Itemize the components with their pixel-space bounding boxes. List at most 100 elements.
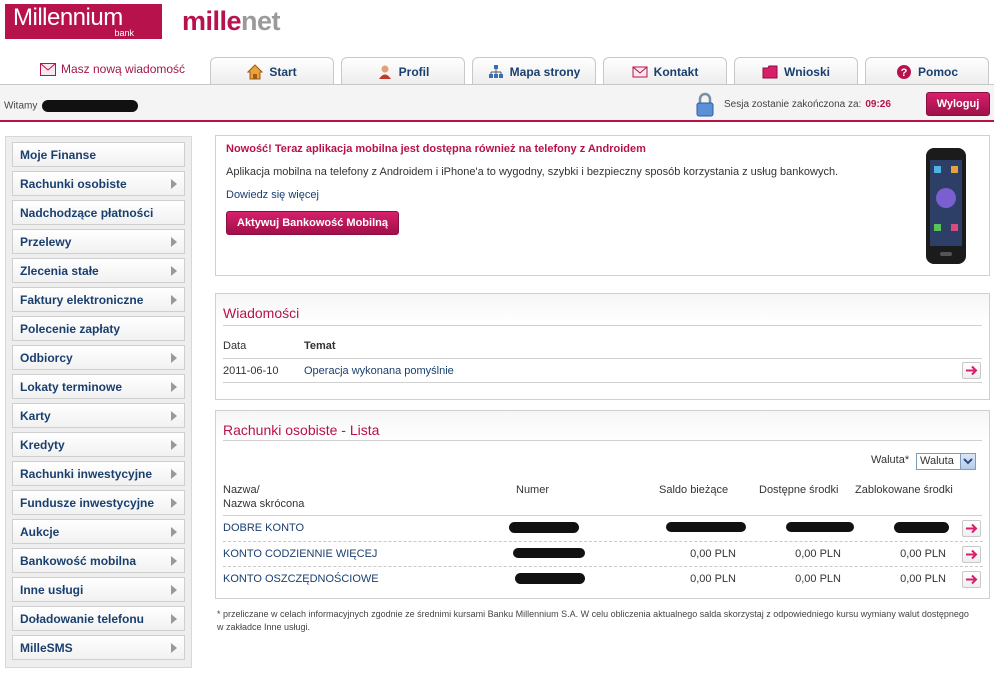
account-name-link[interactable]: DOBRE KONTO	[223, 522, 304, 534]
account-available: 0,00 PLN	[795, 573, 841, 585]
accounts-panel: Rachunki osobiste - Lista Waluta* Waluta…	[215, 410, 990, 666]
column-header-balance: Saldo bieżące	[659, 484, 729, 496]
logo-text: Millennium	[13, 4, 123, 31]
promo-text: Aplikacja mobilna na telefony z Androide…	[226, 166, 839, 178]
account-name-link[interactable]: KONTO CODZIENNIE WIĘCEJ	[223, 548, 377, 560]
tab-profil[interactable]: Profil	[341, 57, 465, 85]
sidebar-item-fundusze-inwestycyjne[interactable]: Fundusze inwestycyjne	[12, 490, 185, 515]
sidebar-item-inne-uslugi[interactable]: Inne usługi	[12, 577, 185, 602]
sidebar-item-bankowosc-mobilna[interactable]: Bankowość mobilna	[12, 548, 185, 573]
sidebar-item-faktury-elektroniczne[interactable]: Faktury elektroniczne	[12, 287, 185, 312]
sidebar-item-label: Karty	[20, 408, 51, 423]
welcome-text: Witamy	[4, 100, 139, 112]
sidebar-item-nadchodzace-platnosci[interactable]: Nadchodzące płatności	[12, 200, 185, 225]
home-icon	[247, 63, 264, 79]
accounts-title: Rachunki osobiste - Lista	[223, 422, 380, 438]
sidebar-item-przelewy[interactable]: Przelewy	[12, 229, 185, 254]
sidebar-item-label: Polecenie zapłaty	[20, 321, 121, 336]
currency-label: Waluta*	[871, 454, 910, 466]
chevron-right-icon	[171, 613, 177, 624]
chevron-right-icon	[171, 642, 177, 653]
sidebar-item-rachunki-osobiste[interactable]: Rachunki osobiste	[12, 171, 185, 196]
divider	[223, 358, 982, 359]
tab-pomoc[interactable]: ? Pomoc	[865, 57, 989, 85]
millennium-logo[interactable]: Millennium bank	[5, 4, 162, 39]
open-account-button[interactable]	[962, 571, 981, 588]
chevron-right-icon	[171, 236, 177, 247]
tab-start[interactable]: Start	[210, 57, 334, 85]
sidebar-item-label: Aukcje	[20, 524, 60, 539]
account-name-link[interactable]: KONTO OSZCZĘDNOŚCIOWE	[223, 573, 379, 585]
welcome-label: Witamy	[4, 100, 38, 112]
open-account-button[interactable]	[962, 520, 981, 537]
activate-mobile-banking-button[interactable]: Aktywuj Bankowość Mobilną	[226, 211, 399, 235]
session-label: Sesja zostanie zakończona za:	[724, 99, 862, 110]
column-header-name-line2: Nazwa skrócona	[223, 498, 305, 510]
tab-wnioski[interactable]: Wnioski	[734, 57, 858, 85]
chevron-right-icon	[171, 555, 177, 566]
sidebar-item-label: Odbiorcy	[20, 350, 73, 365]
account-balance: 0,00 PLN	[690, 573, 736, 585]
logout-button[interactable]: Wyloguj	[926, 92, 990, 116]
sidebar-item-rachunki-inwestycyjne[interactable]: Rachunki inwestycyjne	[12, 461, 185, 486]
messages-panel: Wiadomości Data Temat 2011-06-10 Operacj…	[215, 293, 990, 400]
chevron-down-icon[interactable]	[960, 454, 975, 469]
redacted-available	[786, 522, 854, 532]
tab-label: Profil	[398, 64, 430, 79]
column-header-name: Nazwa/ Nazwa skrócona	[223, 483, 304, 511]
account-row: DOBRE KONTO	[223, 516, 983, 541]
tab-label: Pomoc	[917, 64, 958, 79]
logo-subtext: bank	[114, 28, 134, 38]
learn-more-link[interactable]: Dowiedz się więcej	[226, 189, 319, 201]
session-timer: Sesja zostanie zakończona za: 09:26	[724, 99, 891, 110]
column-header-name-line1: Nazwa/	[223, 484, 260, 496]
folder-icon	[762, 65, 778, 78]
sidebar-item-label: Nadchodzące płatności	[20, 205, 154, 220]
tab-label: Mapa strony	[509, 64, 581, 79]
sidebar-item-lokaty-terminowe[interactable]: Lokaty terminowe	[12, 374, 185, 399]
chevron-right-icon	[171, 294, 177, 305]
arrow-right-icon	[966, 574, 978, 585]
promo-panel: Nowość! Teraz aplikacja mobilna jest dos…	[215, 135, 990, 276]
new-message-link[interactable]: Masz nową wiadomość	[40, 62, 185, 76]
currency-select[interactable]: Waluta	[916, 453, 976, 470]
sidebar-item-millesms[interactable]: MilleSMS	[12, 635, 185, 660]
sidebar-item-kredyty[interactable]: Kredyty	[12, 432, 185, 457]
sidebar-item-doladowanie-telefonu[interactable]: Doładowanie telefonu	[12, 606, 185, 631]
smartphone-image	[926, 148, 966, 264]
open-message-button[interactable]	[962, 362, 981, 379]
sidebar-item-label: Moje Finanse	[20, 147, 97, 162]
tab-kontakt[interactable]: Kontakt	[603, 57, 727, 85]
sidebar-item-karty[interactable]: Karty	[12, 403, 185, 428]
sidebar-item-label: Kredyty	[20, 437, 65, 452]
sidebar-item-label: Przelewy	[20, 234, 72, 249]
tab-label: Wnioski	[783, 64, 830, 79]
sidebar-item-zlecenia-stale[interactable]: Zlecenia stałe	[12, 258, 185, 283]
sidebar-item-label: Rachunki inwestycyjne	[20, 466, 153, 481]
sidebar-item-label: Doładowanie telefonu	[20, 611, 145, 626]
sidebar-item-label: MilleSMS	[20, 640, 73, 655]
message-subject-link[interactable]: Operacja wykonana pomyślnie	[304, 365, 454, 377]
arrow-right-icon	[966, 523, 978, 534]
tab-label: Start	[269, 64, 297, 79]
chevron-right-icon	[171, 265, 177, 276]
redacted-account-number	[513, 548, 585, 558]
account-available: 0,00 PLN	[795, 548, 841, 560]
account-row: KONTO OSZCZĘDNOŚCIOWE 0,00 PLN 0,00 PLN …	[223, 566, 983, 591]
svg-text:?: ?	[901, 67, 908, 79]
sidebar-item-moje-finanse[interactable]: Moje Finanse	[12, 142, 185, 167]
millenet-brand: millenet	[182, 6, 281, 37]
account-blocked: 0,00 PLN	[900, 548, 946, 560]
open-account-button[interactable]	[962, 546, 981, 563]
accounts-box: Rachunki osobiste - Lista Waluta* Waluta…	[215, 410, 990, 599]
lock-icon	[696, 92, 714, 117]
chevron-right-icon	[171, 178, 177, 189]
sidebar-item-odbiorcy[interactable]: Odbiorcy	[12, 345, 185, 370]
sidebar-item-polecenie-zaplaty[interactable]: Polecenie zapłaty	[12, 316, 185, 341]
sidebar-item-label: Bankowość mobilna	[20, 553, 137, 568]
tab-mapa-strony[interactable]: Mapa strony	[472, 57, 596, 85]
help-icon: ?	[896, 64, 911, 79]
user-icon	[378, 65, 391, 79]
sidebar-item-aukcje[interactable]: Aukcje	[12, 519, 185, 544]
column-header-subject: Temat	[304, 340, 336, 352]
